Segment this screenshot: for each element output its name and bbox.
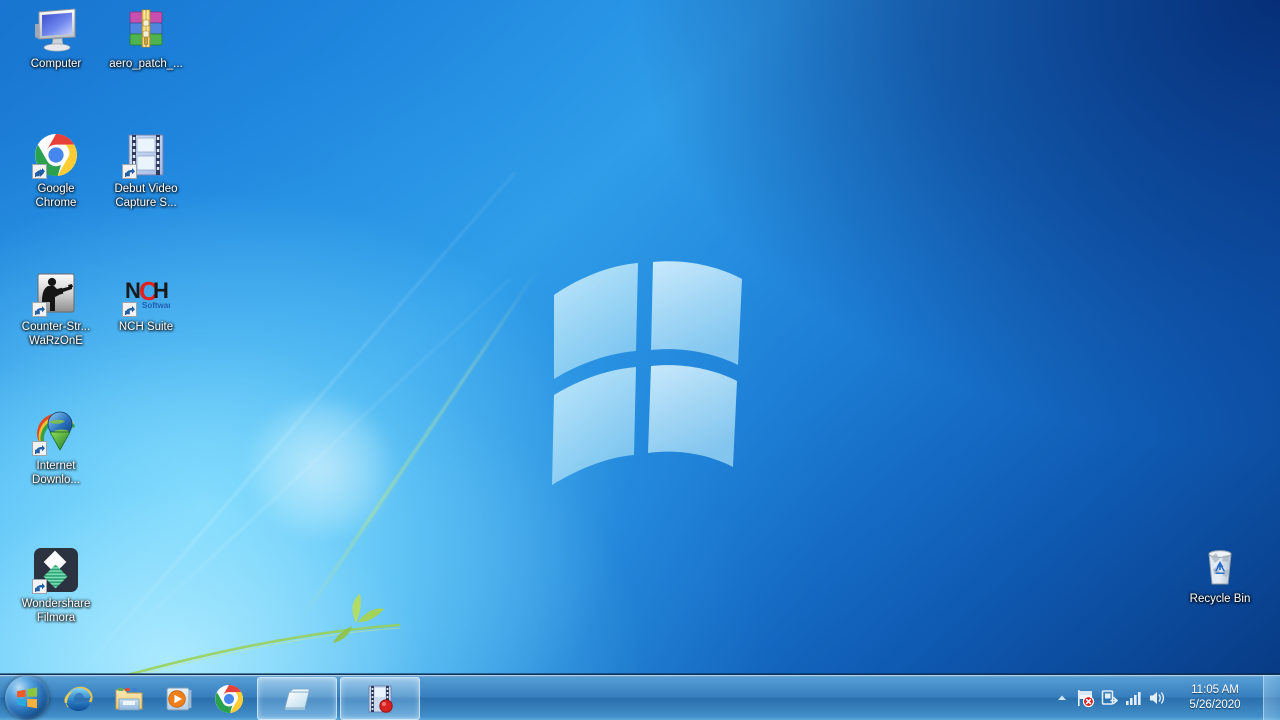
taskbar-item-internet-explorer[interactable]: [54, 678, 104, 719]
signal-bars-icon: [1126, 691, 1141, 705]
desktop-icon-label: Counter-Str... WaRzOnE: [21, 321, 91, 347]
chevron-up-icon: [1058, 695, 1066, 700]
chrome-icon: [32, 131, 80, 179]
nch-software-icon: N C H Software: [122, 269, 176, 317]
desktop-icon-label: Recycle Bin: [1189, 593, 1251, 605]
taskbar-item-windows-explorer[interactable]: [104, 678, 154, 719]
clock-time: 11:05 AM: [1191, 683, 1239, 696]
shortcut-overlay-icon: [32, 579, 47, 594]
clock-date: 5/26/2020: [1189, 698, 1241, 711]
taskbar: 11:05 AM 5/26/2020: [0, 673, 1280, 720]
desktop-screen: Computer aero_patch_... Google Chrome De…: [0, 0, 1280, 720]
desktop-icon-internet-download-manager[interactable]: Internet Downlo...: [8, 408, 104, 487]
desktop-icon-label: Wondershare Filmora: [21, 598, 91, 624]
shortcut-overlay-icon: [32, 441, 47, 456]
desktop-icon-label: Google Chrome: [35, 183, 77, 209]
desktop-icon-nch-suite[interactable]: N C H Software NCH Suite: [98, 269, 194, 335]
desktop-icon-label: NCH Suite: [118, 321, 174, 333]
start-button[interactable]: [0, 675, 54, 720]
desktop-icon-label: aero_patch_...: [109, 58, 183, 70]
system-tray: 11:05 AM 5/26/2020: [1051, 675, 1280, 720]
internet-explorer-icon: [63, 683, 95, 715]
winrar-archive-icon: [122, 6, 170, 54]
chrome-icon: [213, 683, 245, 715]
debut-film-record-icon: [364, 683, 396, 715]
computer-icon: [32, 6, 80, 54]
taskbar-clock[interactable]: 11:05 AM 5/26/2020: [1173, 678, 1257, 718]
desktop-icon-wondershare-filmora[interactable]: Wondershare Filmora: [8, 546, 104, 625]
desktop-icon-google-chrome[interactable]: Google Chrome: [8, 131, 104, 210]
media-player-icon: [163, 683, 195, 715]
eject-device-icon: [1101, 689, 1118, 705]
folder-explorer-icon: [113, 683, 145, 715]
taskbar-window-notepad[interactable]: [257, 677, 337, 720]
taskbar-item-windows-media-player[interactable]: [154, 678, 204, 719]
windows-start-orb-icon: [5, 675, 49, 720]
taskbar-item-google-chrome[interactable]: [204, 678, 254, 719]
show-desktop-button[interactable]: [1263, 675, 1280, 720]
recycle-bin-icon: [1196, 541, 1244, 589]
tray-volume[interactable]: [1145, 678, 1169, 718]
svg-text:Software: Software: [142, 301, 170, 310]
desktop-icon-counter-strike[interactable]: Counter-Str... WaRzOnE: [8, 269, 104, 348]
shortcut-overlay-icon: [122, 302, 137, 317]
tray-network[interactable]: [1121, 678, 1145, 718]
shortcut-overlay-icon: [32, 164, 47, 179]
notepad-icon: [281, 683, 313, 715]
desktop-icon-recycle-bin[interactable]: Recycle Bin: [1172, 541, 1268, 607]
filmora-icon: [32, 546, 80, 594]
desktop-icon-label: Computer: [30, 58, 82, 70]
desktop-icon-layer: Computer aero_patch_... Google Chrome De…: [0, 0, 1280, 720]
tray-safely-remove-hardware[interactable]: [1097, 678, 1121, 718]
desktop-icon-label: Debut Video Capture S...: [114, 183, 178, 209]
show-hidden-icons-button[interactable]: [1051, 678, 1073, 718]
desktop-icon-label: Internet Downlo...: [32, 460, 80, 486]
idm-globe-icon: [32, 408, 80, 456]
speaker-icon: [1150, 691, 1165, 704]
svg-text:H: H: [153, 278, 169, 303]
desktop-icon-aero-patch[interactable]: aero_patch_...: [98, 6, 194, 72]
desktop-icon-computer[interactable]: Computer: [8, 6, 104, 72]
shortcut-overlay-icon: [32, 302, 47, 317]
counter-strike-icon: [32, 269, 80, 317]
shortcut-overlay-icon: [122, 164, 137, 179]
desktop-icon-debut-video-capture[interactable]: Debut Video Capture S...: [98, 131, 194, 210]
tray-action-center[interactable]: [1073, 678, 1097, 718]
taskbar-window-debut[interactable]: [340, 677, 420, 720]
flag-error-icon: [1078, 689, 1095, 707]
taskbar-items: [54, 675, 420, 720]
debut-film-icon: [122, 131, 170, 179]
